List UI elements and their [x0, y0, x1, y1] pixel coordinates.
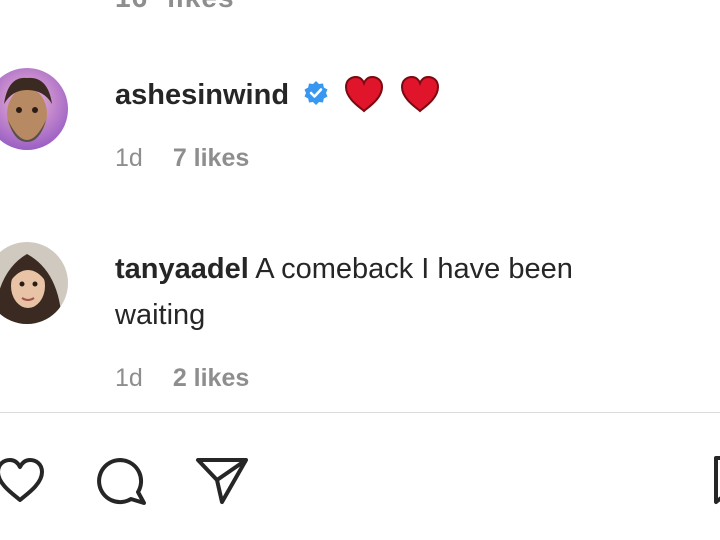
- divider: [0, 412, 720, 413]
- comment-line: tanyaadel A comeback I have been: [115, 246, 573, 292]
- comment-line: ashesinwind: [115, 72, 441, 118]
- save-icon[interactable]: [706, 452, 720, 508]
- comment-likes[interactable]: 7 likes: [173, 144, 249, 173]
- comment-likes[interactable]: 2 likes: [173, 364, 249, 393]
- share-icon[interactable]: [194, 452, 250, 508]
- avatar[interactable]: [0, 242, 68, 324]
- comment-username[interactable]: tanyaadel: [115, 253, 249, 285]
- verified-icon: [304, 81, 328, 106]
- comment-line-continued: waiting: [115, 292, 205, 338]
- like-icon[interactable]: [0, 452, 48, 508]
- comment-text: A comeback I have been: [255, 253, 573, 285]
- comment-text-continued: waiting: [115, 299, 206, 331]
- previous-comment-meta: 16 ·likes: [115, 0, 235, 14]
- red-heart-icon: [401, 76, 440, 113]
- comment-meta: 1d 2 likes: [115, 364, 279, 393]
- comment-icon[interactable]: [92, 452, 148, 508]
- comment-time: 1d: [115, 364, 143, 392]
- comment-meta: 1d 7 likes: [115, 144, 279, 173]
- comment-time: 1d: [115, 144, 143, 172]
- comment-username[interactable]: ashesinwind: [115, 79, 289, 111]
- avatar[interactable]: [0, 68, 68, 150]
- red-heart-icon: [345, 76, 384, 113]
